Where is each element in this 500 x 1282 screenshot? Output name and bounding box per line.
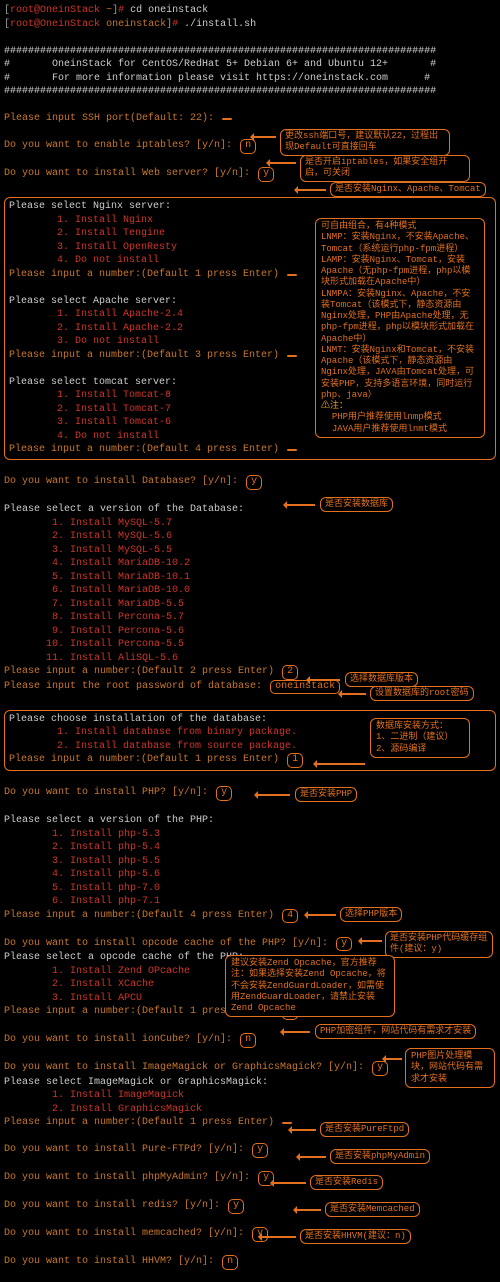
arrow-icon [285,504,315,506]
redis-callout: 是否安装Redis [310,1175,383,1190]
ftpd-callout: 是否安装PureFtpd [320,1122,409,1137]
redis-input[interactable]: y [228,1199,244,1214]
php-input[interactable]: y [216,786,232,801]
list-item: 4. Install php-5.6 [4,868,496,882]
imagick-callout: PHP图片处理模块，网站代码有需求才安装 [405,1048,495,1088]
tomcat-num-input[interactable] [287,449,297,451]
ssh-input[interactable] [222,118,232,120]
arrow-icon [298,1156,326,1158]
dbinst-num-input[interactable]: 1 [287,753,303,768]
tomcat-num: Please input a number:(Default 4 press E… [9,443,491,457]
list-item: 1. Install ImageMagick [4,1089,496,1103]
dbver-num-input[interactable]: 2 [282,665,298,680]
list-item: 2. Install php-5.4 [4,841,496,855]
arrow-icon [308,679,340,681]
db-callout: 是否安装数据库 [320,497,393,512]
phpver-num-input[interactable]: 4 [282,909,298,924]
dbpw-callout: 设置数据库的root密码 [370,686,474,701]
list-item: 8. Install Percona-5.7 [4,611,496,625]
banner-rule-bot: ########################################… [4,85,496,99]
list-item: 7. Install MariaDB-5.5 [4,598,496,612]
db-input[interactable]: y [246,475,262,490]
php-callout: 是否安装PHP [295,787,357,802]
list-item: 3. Install php-5.5 [4,855,496,869]
imagick-num-input[interactable] [282,1122,292,1124]
ssh-row: Please input SSH port(Default: 22): [4,112,496,126]
arrow-icon [290,1129,316,1131]
banner-line-1: # OneinStack for CentOS/RedHat 5+ Debian… [4,58,496,72]
ftpd-input[interactable]: y [252,1143,268,1158]
nginx-head: Please select Nginx server: [9,200,491,214]
ioncube-callout: PHP加密组件，网站代码有需求才安装 [315,1024,476,1039]
arrow-icon [340,693,366,695]
banner-rule-top: ########################################… [4,45,496,59]
list-item: 6. Install MariaDB-10.0 [4,584,496,598]
list-item: 2. Install GraphicsMagick [4,1103,496,1117]
dbver-callout: 选择数据库版本 [345,672,418,687]
arrow-icon [260,1236,296,1238]
hhvm-callout: 是否安装HHVM(建议：n) [300,1229,411,1244]
arrow-icon [384,1058,402,1060]
db-row: Do you want to install Database? [y/n]: … [4,475,496,490]
redis-row: Do you want to install redis? [y/n]: y [4,1199,496,1214]
ioncube-input[interactable]: n [240,1033,256,1048]
imagick-num: Please input a number:(Default 1 press E… [4,1116,496,1130]
ssh-callout: 更改ssh端口号，建议默认22，过程出现Default可直接回车 [280,129,450,156]
arrow-icon [268,162,296,164]
list-item: 5. Install php-7.0 [4,882,496,896]
opcache-callout: 是否安装PHP代码缓存组件(建议：y) [385,931,493,958]
pma-callout: 是否安装phpMyAdmin [330,1149,430,1164]
iptables-callout: 是否开启iptables，如果安全组开启，可关闭 [300,155,470,182]
dbinst-callout: 数据库安装方式： 1、二进制（建议） 2、源码编译 [370,718,470,758]
dbver-num: Please input a number:(Default 2 press E… [4,665,496,680]
list-item: 3. Install MySQL-5.5 [4,544,496,558]
phpver-callout: 选择PHP版本 [340,907,402,922]
arrow-icon [256,794,290,796]
iptables-input[interactable]: n [240,139,256,154]
list-item: 1. Install php-5.3 [4,828,496,842]
arrow-icon [296,189,326,191]
hhvm-input[interactable]: n [222,1255,238,1270]
list-item: 5. Install MariaDB-10.1 [4,571,496,585]
apache-num-input[interactable] [287,355,297,357]
webserver-input[interactable]: y [258,167,274,182]
dbver-head: Please select a version of the Database: [4,503,496,517]
shell-prompt-1: [root@OneinStack ~]# cd oneinstack [4,4,496,18]
list-item: 4. Install MariaDB-10.2 [4,557,496,571]
opsel-callout: 建议安装Zend Opcache，官方推荐 注：如果选择安装Zend Opcac… [225,955,395,1017]
memc-callout: 是否安装Memcached [325,1202,420,1217]
arrow-icon [360,940,382,942]
phpver-num: Please input a number:(Default 4 press E… [4,909,496,924]
arrow-icon [252,136,276,138]
list-item: 6. Install php-7.1 [4,895,496,909]
arrow-icon [282,1031,310,1033]
arrow-icon [315,763,365,765]
list-item: 2. Install MySQL-5.6 [4,530,496,544]
list-item: 1. Install MySQL-5.7 [4,517,496,531]
arrow-icon [295,1209,321,1211]
pma-row: Do you want to install phpMyAdmin? [y/n]… [4,1171,496,1186]
shell-prompt-2: [root@OneinStack oneinstack]# ./install.… [4,18,496,32]
hhvm-row: Do you want to install HHVM? [y/n]: n [4,1255,496,1270]
nginx-num-input[interactable] [287,274,297,276]
phpver-head: Please select a version of the PHP: [4,814,496,828]
list-item: 9. Install Percona-5.6 [4,625,496,639]
banner-line-2: # For more information please visit http… [4,72,496,86]
arrow-icon [272,1182,306,1184]
list-item: 11. Install AliSQL-5.6 [4,652,496,666]
webserver-modes-callout: 可自由组合，有4种模式 LNMP：安装Nginx，不安装Apache、Tomca… [315,218,485,438]
banner-rule [4,31,496,45]
list-item: 10. Install Percona-5.5 [4,638,496,652]
memc-row: Do you want to install memcached? [y/n]:… [4,1227,496,1242]
opcache-input[interactable]: y [336,937,352,952]
arrow-icon [306,914,336,916]
webserver-callout: 是否安装Nginx、Apache、Tomcat [330,182,486,197]
imagick-input[interactable]: y [372,1061,388,1076]
